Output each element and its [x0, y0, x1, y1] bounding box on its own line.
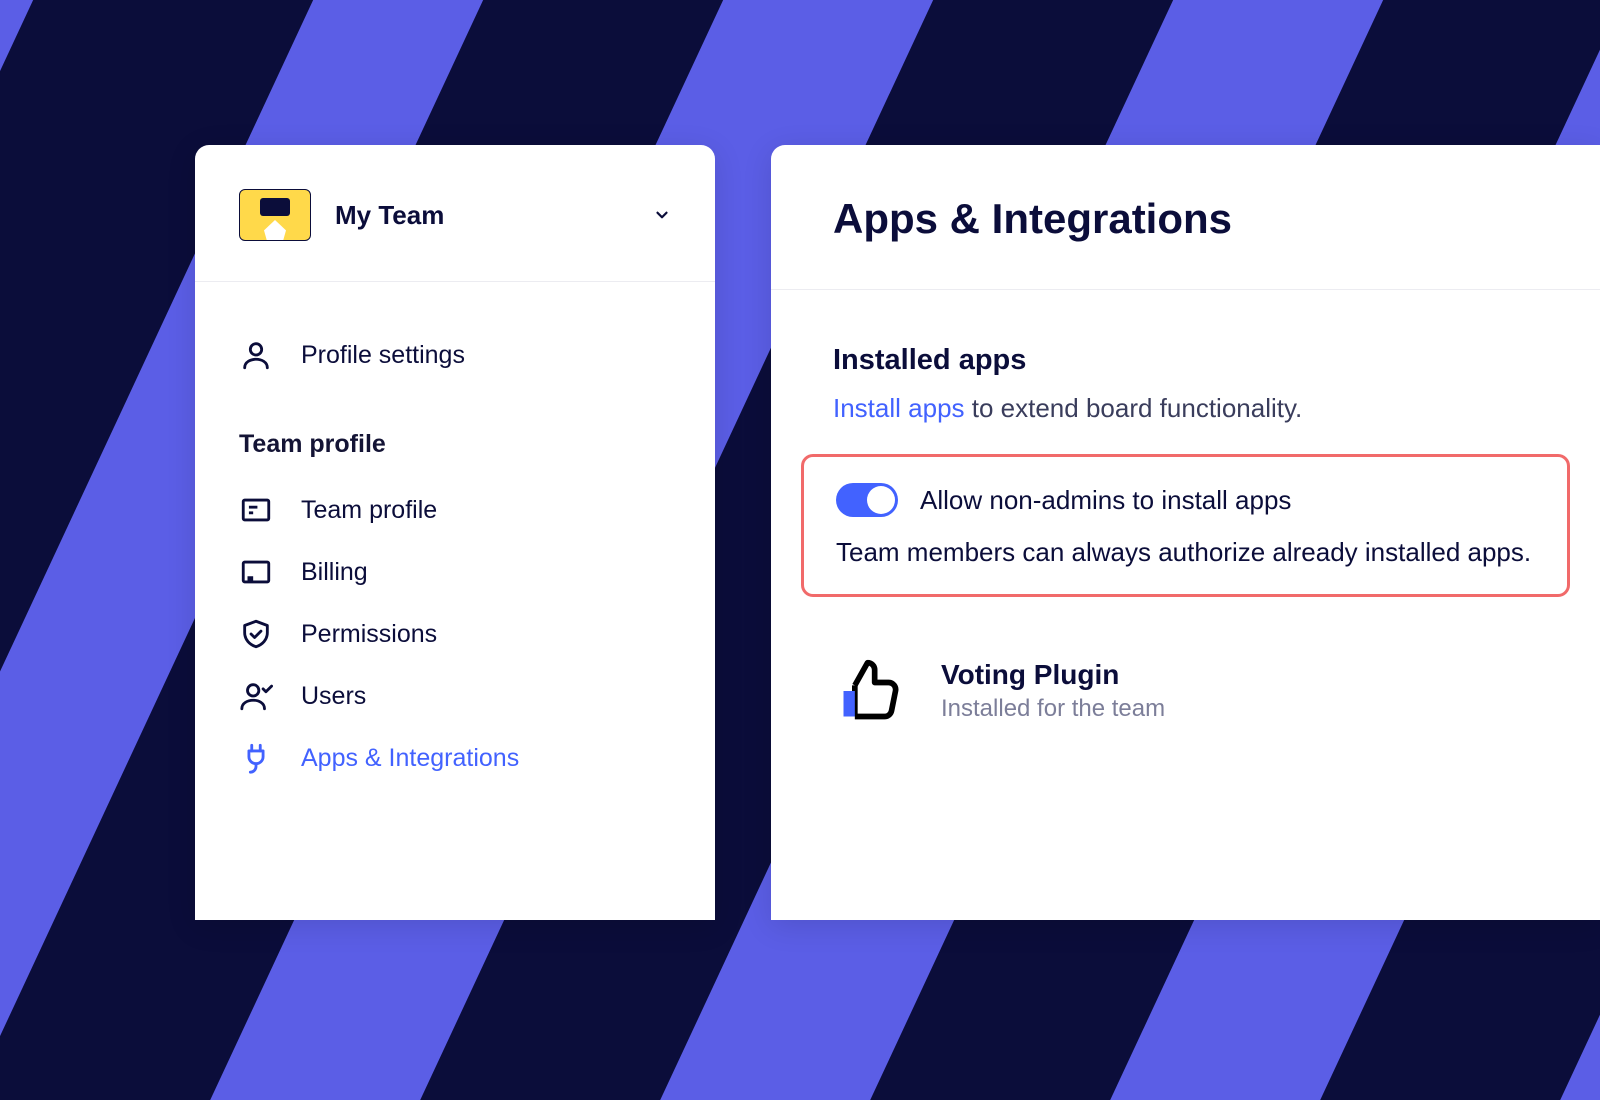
- chevron-down-icon: [653, 206, 671, 224]
- install-apps-link[interactable]: Install apps: [833, 393, 965, 423]
- sidebar-item-label: Apps & Integrations: [301, 744, 519, 773]
- allow-non-admins-toggle[interactable]: [836, 483, 898, 517]
- user-icon: [239, 338, 273, 372]
- sidebar-item-permissions[interactable]: Permissions: [239, 617, 671, 651]
- card-icon: [239, 493, 273, 527]
- sidebar-item-label: Profile settings: [301, 341, 465, 370]
- toggle-knob: [867, 486, 895, 514]
- subtext-rest: to extend board functionality.: [965, 393, 1303, 423]
- thumbs-up-icon: [833, 655, 905, 727]
- plug-icon: [239, 741, 273, 775]
- installed-app-status: Installed for the team: [941, 695, 1165, 723]
- sidebar-section-heading: Team profile: [239, 430, 671, 459]
- sidebar-item-team-profile[interactable]: Team profile: [239, 493, 671, 527]
- sidebar-item-label: Team profile: [301, 496, 437, 525]
- user-check-icon: [239, 679, 273, 713]
- sidebar-item-label: Users: [301, 682, 366, 711]
- sidebar-item-label: Permissions: [301, 620, 437, 649]
- installed-apps-subtext: Install apps to extend board functionali…: [833, 393, 1538, 424]
- highlighted-setting-box: Allow non-admins to install apps Team me…: [801, 454, 1570, 597]
- team-avatar: [239, 189, 311, 241]
- sidebar-item-apps-integrations[interactable]: Apps & Integrations: [239, 741, 671, 775]
- divider: [771, 289, 1600, 290]
- toggle-description: Team members can always authorize alread…: [836, 537, 1535, 568]
- main-panel: Apps & Integrations Installed apps Insta…: [771, 145, 1600, 920]
- installed-apps-heading: Installed apps: [833, 344, 1538, 377]
- sidebar-item-users[interactable]: Users: [239, 679, 671, 713]
- shield-check-icon: [239, 617, 273, 651]
- team-name: My Team: [335, 200, 629, 231]
- installed-app-row[interactable]: Voting Plugin Installed for the team: [833, 655, 1538, 727]
- team-selector[interactable]: My Team: [195, 145, 715, 282]
- toggle-label: Allow non-admins to install apps: [920, 485, 1291, 516]
- wallet-icon: [239, 555, 273, 589]
- sidebar-item-profile-settings[interactable]: Profile settings: [239, 338, 671, 372]
- installed-app-name: Voting Plugin: [941, 659, 1165, 691]
- page-title: Apps & Integrations: [833, 195, 1538, 289]
- sidebar: My Team Profile settings Team profile Te…: [195, 145, 715, 920]
- sidebar-item-billing[interactable]: Billing: [239, 555, 671, 589]
- sidebar-item-label: Billing: [301, 558, 368, 587]
